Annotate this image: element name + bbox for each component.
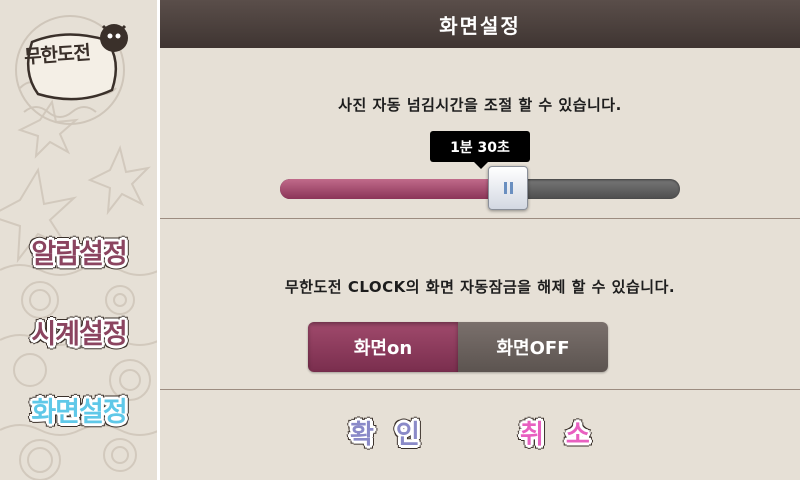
logo-text: 무한도전 (23, 41, 91, 69)
confirm-label-char: 확 (350, 419, 374, 450)
screen-off-button[interactable]: 화면OFF (458, 322, 608, 372)
sidebar-item-alarm-settings[interactable]: 알람설정 (18, 228, 140, 274)
slideshow-description: 사진 자동 넘김시간을 조절 할 수 있습니다. (338, 96, 622, 114)
page-title: 화면설정 (160, 0, 800, 48)
main-panel: 화면설정 사진 자동 넘김시간을 조절 할 수 있습니다. 1분 30초 무한도… (160, 0, 800, 480)
grip-icon (509, 182, 513, 194)
confirm-label-char: 인 (395, 419, 420, 450)
section-divider (160, 218, 800, 219)
section-divider (160, 389, 800, 390)
slider-thumb[interactable] (488, 166, 528, 210)
sidebar-item-screen-settings[interactable]: 화면설정 (18, 386, 140, 432)
grip-icon (503, 182, 507, 194)
confirm-button[interactable]: 확 인 (350, 408, 420, 456)
sidebar-item-clock-settings[interactable]: 시계설정 (18, 308, 140, 354)
sidebar: 무한도전 알람설정 시계설정 화면설정 (0, 0, 157, 480)
cancel-label-char: 소 (565, 419, 590, 450)
slider-fill (280, 179, 508, 199)
slider-value-tooltip: 1분 30초 (430, 131, 530, 169)
screen-lock-description: 무한도전 CLOCK의 화면 자동잠금을 해제 할 수 있습니다. (284, 278, 676, 296)
screen-lock-toggle: 화면on 화면OFF (308, 322, 608, 372)
cancel-button[interactable]: 취 소 (520, 408, 590, 456)
slideshow-interval-slider[interactable] (280, 179, 680, 199)
cancel-label-char: 취 (520, 419, 544, 450)
screen-on-button[interactable]: 화면on (308, 322, 458, 372)
